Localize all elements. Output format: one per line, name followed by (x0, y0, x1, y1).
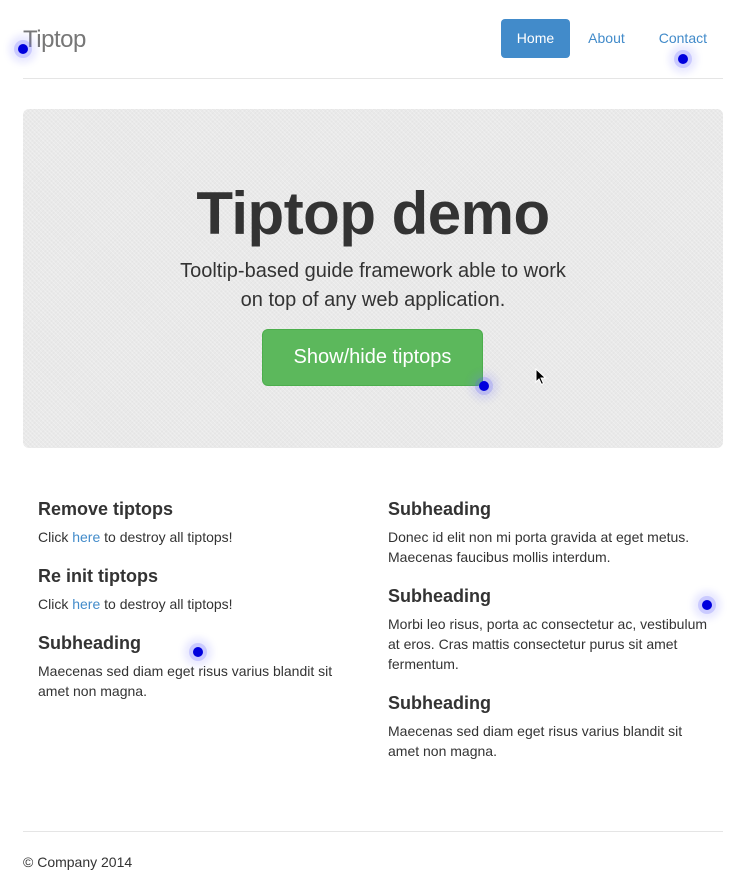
section-heading: Subheading (388, 499, 491, 519)
brand-logo[interactable]: Tiptop (23, 26, 86, 54)
section-text: Maecenas sed diam eget risus varius blan… (38, 663, 333, 699)
text-prefix: Click (38, 529, 73, 545)
main-nav: Home About Contact (499, 19, 723, 58)
text-suffix: to destroy all tiptops! (100, 529, 233, 545)
remove-tiptops-section: Remove tiptops Click here to destroy all… (38, 498, 358, 547)
tiptop-marker-right-subheading[interactable] (702, 600, 712, 610)
tiptop-marker-button[interactable] (479, 381, 489, 391)
reinit-tiptops-link[interactable]: here (72, 596, 100, 612)
right-column: Subheading Donec id elit non mi porta gr… (388, 498, 708, 779)
reinit-tiptops-section: Re init tiptops Click here to destroy al… (38, 565, 358, 614)
tiptop-marker-subheading[interactable] (193, 647, 203, 657)
subheading-section: Subheading Maecenas sed diam eget risus … (388, 692, 708, 761)
section-heading: Subheading (388, 693, 491, 713)
section-heading: Remove tiptops (38, 499, 174, 519)
text-prefix: Click (38, 596, 73, 612)
section-text: Maecenas sed diam eget risus varius blan… (388, 723, 683, 759)
section-text: Donec id elit non mi porta gravida at eg… (388, 529, 690, 565)
nav-about[interactable]: About (572, 19, 641, 58)
nav-home[interactable]: Home (500, 19, 571, 58)
tiptop-marker-contact[interactable] (678, 54, 688, 64)
hero-jumbotron: Tiptop demo Tooltip-based guide framewor… (23, 109, 723, 448)
subheading-section: Subheading Donec id elit non mi porta gr… (388, 498, 708, 567)
remove-tiptops-link[interactable]: here (72, 529, 100, 545)
tiptop-marker-brand[interactable] (18, 44, 28, 54)
nav-contact[interactable]: Contact (643, 19, 723, 58)
show-hide-tiptops-button[interactable]: Show/hide tiptops (262, 329, 483, 386)
section-heading: Subheading (388, 586, 491, 606)
hero-tagline-line: on top of any web application. (240, 289, 506, 311)
hero-tagline: Tooltip-based guide framework able to wo… (23, 257, 723, 315)
footer: © Company 2014 (23, 831, 723, 891)
mouse-cursor-icon (535, 368, 547, 386)
footer-copyright: © Company 2014 (23, 854, 133, 870)
section-text: Click here to destroy all tiptops! (38, 594, 358, 614)
left-column: Remove tiptops Click here to destroy all… (38, 498, 358, 719)
subheading-section: Subheading Morbi leo risus, porta ac con… (388, 585, 708, 674)
section-text: Morbi leo risus, porta ac consectetur ac… (388, 616, 708, 672)
subheading-section: Subheading Maecenas sed diam eget risus … (38, 632, 358, 701)
section-heading: Re init tiptops (38, 566, 158, 586)
text-suffix: to destroy all tiptops! (100, 596, 233, 612)
hero-tagline-line: Tooltip-based guide framework able to wo… (180, 260, 566, 282)
header: Tiptop Home About Contact (23, 0, 723, 79)
section-text: Click here to destroy all tiptops! (38, 527, 358, 547)
hero-title: Tiptop demo (196, 180, 550, 247)
